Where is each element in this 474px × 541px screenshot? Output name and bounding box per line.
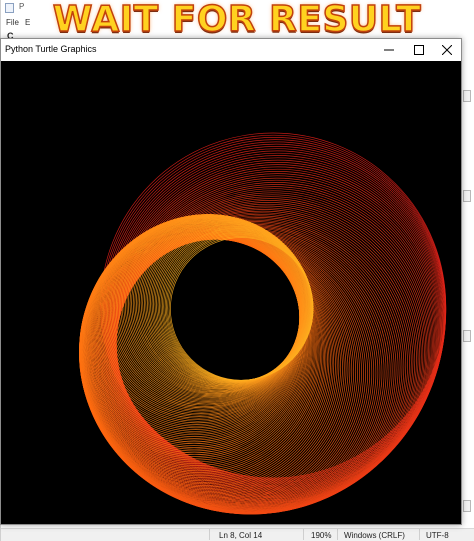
- status-line-ending: Windows (CRLF): [344, 531, 405, 540]
- status-encoding: UTF-8: [426, 531, 449, 540]
- spirograph-drawing: [79, 132, 447, 515]
- status-divider: [337, 529, 338, 540]
- status-zoom: 190%: [311, 531, 332, 540]
- minimize-icon: [384, 49, 394, 50]
- scroll-mark: [463, 330, 471, 342]
- status-position: Ln 8, Col 14: [219, 531, 263, 540]
- close-icon: [442, 44, 452, 55]
- turtle-window: Python Turtle Graphics: [0, 38, 462, 525]
- wait-for-result-banner: WAIT FOR RESULT: [52, 0, 422, 38]
- status-divider: [209, 529, 210, 540]
- turtle-window-title: Python Turtle Graphics: [5, 44, 97, 54]
- minimize-button[interactable]: [375, 39, 403, 60]
- turtle-canvas[interactable]: [1, 61, 461, 524]
- scroll-mark: [463, 500, 471, 512]
- spiro-center-hole: [193, 295, 265, 367]
- scroll-mark: [463, 190, 471, 202]
- status-divider: [303, 529, 304, 540]
- scroll-mark: [463, 90, 471, 102]
- maximize-button[interactable]: [405, 39, 433, 60]
- turtle-titlebar[interactable]: Python Turtle Graphics: [1, 39, 461, 60]
- maximize-icon: [414, 44, 424, 55]
- close-button[interactable]: [433, 39, 461, 60]
- status-divider: [419, 529, 420, 540]
- editor-scrollbar[interactable]: [461, 60, 474, 540]
